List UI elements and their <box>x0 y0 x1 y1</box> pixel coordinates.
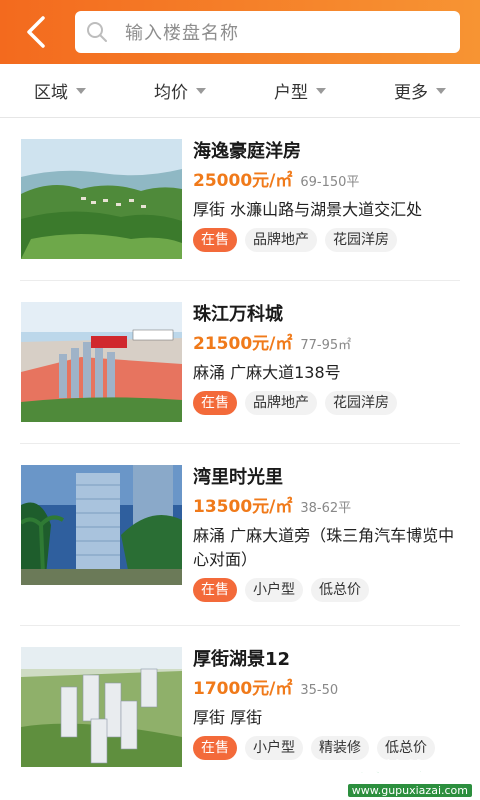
listing-tag: 花园洋房 <box>325 391 397 415</box>
listing-image <box>21 465 182 585</box>
filter-bar: 区域 均价 户型 更多 <box>0 64 480 118</box>
price-row: 13500元/㎡ 38-62平 <box>193 492 466 522</box>
status-badge: 在售 <box>193 736 237 760</box>
caret-down-icon <box>436 87 446 94</box>
listing-tag: 品牌地产 <box>245 228 317 252</box>
top-bar: 输入楼盘名称 <box>0 0 480 64</box>
listing-tag: 低总价 <box>311 578 369 602</box>
listing-image <box>21 139 182 259</box>
filter-price[interactable]: 均价 <box>120 64 240 117</box>
listing-price: 13500元/㎡ <box>193 497 293 517</box>
price-row: 17000元/㎡ 35-50 <box>193 674 466 704</box>
listing-price: 21500元/㎡ <box>193 334 293 354</box>
listing-list: 海逸豪庭洋房 25000元/㎡ 69-150平 厚街 水濂山路与湖景大道交汇处 在… <box>0 118 480 789</box>
status-badge: 在售 <box>193 391 237 415</box>
listing-card[interactable]: 湾里时光里 13500元/㎡ 38-62平 麻涌 广麻大道旁（珠三角汽车博览中心对… <box>0 444 480 626</box>
listing-price: 17000元/㎡ <box>193 679 293 699</box>
listing-area: 38-62平 <box>300 501 352 516</box>
listing-price: 25000元/㎡ <box>193 171 293 191</box>
listing-tag: 品牌地产 <box>245 391 317 415</box>
listing-address: 麻涌 广麻大道138号 <box>193 363 341 382</box>
listing-card[interactable]: 海逸豪庭洋房 25000元/㎡ 69-150平 厚街 水濂山路与湖景大道交汇处 在… <box>0 118 480 281</box>
listing-area: 69-150平 <box>300 175 360 190</box>
listing-address: 麻涌 广麻大道旁（珠三角汽车博览中心对面） <box>193 526 455 569</box>
listing-tag: 花园洋房 <box>325 228 397 252</box>
chevron-left-icon <box>27 16 45 48</box>
listing-area: 35-50 <box>300 683 339 698</box>
filter-label: 更多 <box>394 83 428 103</box>
search-placeholder: 输入楼盘名称 <box>125 23 239 44</box>
price-row: 25000元/㎡ 69-150平 <box>193 166 466 196</box>
listing-area: 77-95㎡ <box>300 338 352 353</box>
search-icon <box>85 20 109 44</box>
listing-tag: 小户型 <box>245 736 303 760</box>
listing-image <box>21 647 182 767</box>
tag-list: 在售 小户型 低总价 <box>193 578 466 602</box>
status-badge: 在售 <box>193 228 237 252</box>
listing-info: 珠江万科城 21500元/㎡ 77-95㎡ 麻涌 广麻大道138号 在售 品牌地产… <box>193 301 466 415</box>
listing-info: 海逸豪庭洋房 25000元/㎡ 69-150平 厚街 水濂山路与湖景大道交汇处 在… <box>193 138 466 252</box>
caret-down-icon <box>316 87 326 94</box>
listing-address: 厚街 厚街 <box>193 708 263 727</box>
tag-list: 在售 品牌地产 花园洋房 <box>193 391 466 415</box>
search-input[interactable]: 输入楼盘名称 <box>75 11 460 53</box>
listing-info: 厚街湖景12 17000元/㎡ 35-50 厚街 厚街 在售 小户型 精装修 低总… <box>193 646 466 760</box>
filter-label: 均价 <box>154 83 188 103</box>
listing-image <box>21 302 182 422</box>
filter-layout[interactable]: 户型 <box>240 64 360 117</box>
watermark: 谷普软件园 www.gupuxiazai.com <box>302 754 480 800</box>
listing-name: 珠江万科城 <box>193 304 283 325</box>
listing-name: 海逸豪庭洋房 <box>193 141 301 162</box>
listing-tag: 小户型 <box>245 578 303 602</box>
price-row: 21500元/㎡ 77-95㎡ <box>193 329 466 359</box>
caret-down-icon <box>76 87 86 94</box>
listing-address: 厚街 水濂山路与湖景大道交汇处 <box>193 200 423 219</box>
filter-region[interactable]: 区域 <box>0 64 120 117</box>
filter-label: 区域 <box>34 83 68 103</box>
back-button[interactable] <box>18 12 58 52</box>
caret-down-icon <box>196 87 206 94</box>
watermark-url: www.gupuxiazai.com <box>347 784 472 797</box>
watermark-text: 谷普软件园 <box>358 760 474 786</box>
status-badge: 在售 <box>193 578 237 602</box>
listing-info: 湾里时光里 13500元/㎡ 38-62平 麻涌 广麻大道旁（珠三角汽车博览中心对… <box>193 464 466 602</box>
listing-name: 厚街湖景12 <box>193 649 291 670</box>
tag-list: 在售 品牌地产 花园洋房 <box>193 228 466 252</box>
filter-more[interactable]: 更多 <box>360 64 480 117</box>
filter-label: 户型 <box>274 83 308 103</box>
listing-card[interactable]: 珠江万科城 21500元/㎡ 77-95㎡ 麻涌 广麻大道138号 在售 品牌地产… <box>0 281 480 444</box>
listing-name: 湾里时光里 <box>193 467 283 488</box>
